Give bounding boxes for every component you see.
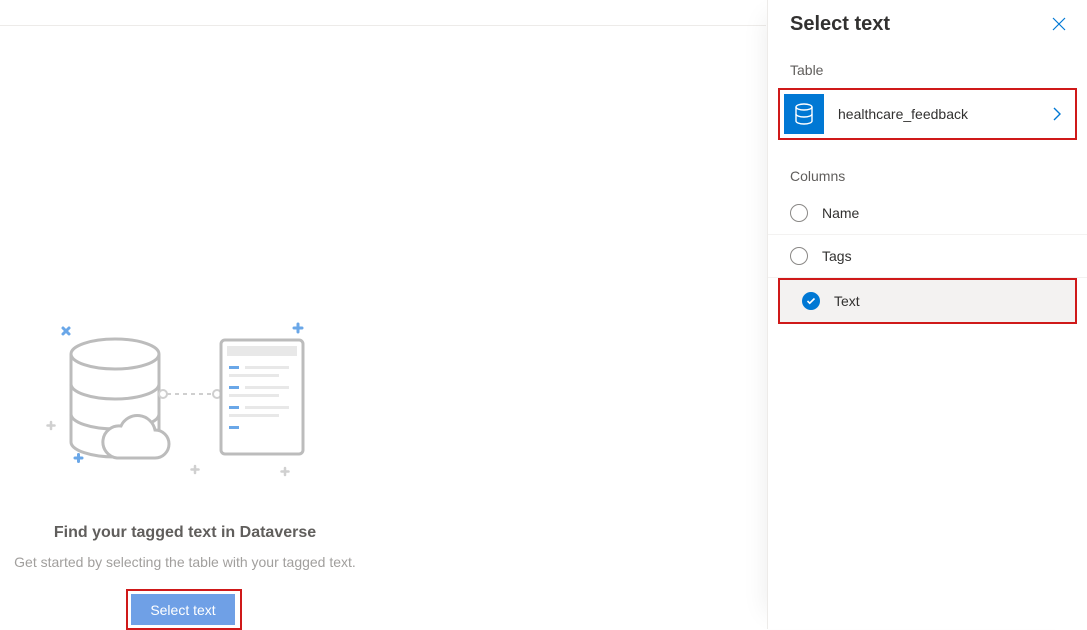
empty-state-subtitle: Get started by selecting the table with … [0,554,370,570]
select-text-button[interactable]: Select text [131,594,235,625]
column-option-name[interactable]: Name [768,192,1087,235]
column-label: Text [834,293,860,309]
table-section-label: Table [768,48,1087,88]
table-selector[interactable]: healthcare_feedback [784,94,1071,134]
highlight-annotation-table: healthcare_feedback [778,88,1077,140]
column-label: Name [822,205,859,221]
radio-icon [790,204,808,222]
panel-header: Select text [768,0,1087,48]
close-button[interactable] [1043,8,1075,40]
empty-state-title: Find your tagged text in Dataverse [0,524,370,542]
radio-selected-icon [802,292,820,310]
radio-icon [790,247,808,265]
main-content: Find your tagged text in Dataverse Get s… [0,0,766,629]
column-option-tags[interactable]: Tags [768,235,1087,278]
columns-section-label: Columns [768,140,1087,192]
column-option-text[interactable]: Text [780,280,1075,322]
table-name: healthcare_feedback [824,106,1043,122]
column-label: Tags [822,248,852,264]
divider [0,25,766,26]
chevron-right-icon [1043,107,1071,121]
dataverse-illustration [45,318,315,478]
database-icon [784,94,824,134]
close-icon [1052,17,1066,31]
highlight-annotation-column: Text [778,278,1077,324]
select-text-panel: Select text Table healthcar [767,0,1087,629]
panel-title: Select text [790,13,890,36]
select-text-button-label: Select text [150,602,215,618]
